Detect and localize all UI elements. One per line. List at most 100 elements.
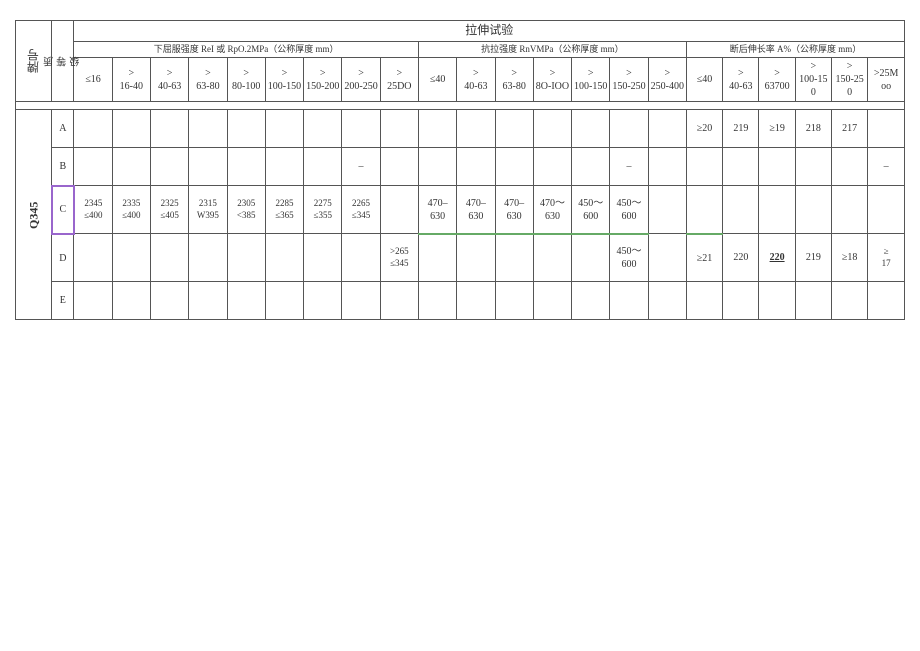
- c-yield-3: 2325≤405: [150, 186, 188, 234]
- a-tensile-2: [457, 110, 495, 148]
- quality-a: A: [52, 110, 74, 148]
- e-tensile-3: [495, 282, 533, 320]
- d-yield-6: [265, 234, 303, 282]
- e-tensile-6: [610, 282, 648, 320]
- d-yield-5: [227, 234, 265, 282]
- a-tensile-6: [610, 110, 648, 148]
- a-elong-3: ≥19: [759, 110, 795, 148]
- b-tensile-1: [418, 148, 456, 186]
- b-tensile-3: [495, 148, 533, 186]
- d-yield-2: [112, 234, 150, 282]
- a-elong-1: ≥20: [686, 110, 722, 148]
- b-elong-6: –: [868, 148, 905, 186]
- c-tensile-7: [648, 186, 686, 234]
- e-yield-3: [150, 282, 188, 320]
- grade-a-row: Q345 A ≥20: [16, 110, 905, 148]
- c-elong-3: [759, 186, 795, 234]
- d-yield-8: [342, 234, 380, 282]
- a-tensile-7: [648, 110, 686, 148]
- d-elong-1: ≥21: [686, 234, 722, 282]
- d-elong-6: ≥17: [868, 234, 905, 282]
- c-tensile-1: 470–630: [418, 186, 456, 234]
- d-yield-4: [189, 234, 227, 282]
- e-elong-1: [686, 282, 722, 320]
- e-yield-4: [189, 282, 227, 320]
- b-elong-2: [723, 148, 759, 186]
- b-yield-5: [227, 148, 265, 186]
- b-yield-2: [112, 148, 150, 186]
- e-yield-1: [74, 282, 112, 320]
- d-yield-1: [74, 234, 112, 282]
- yield-t3: >40-63: [150, 58, 188, 102]
- d-elong-5: ≥18: [831, 234, 867, 282]
- c-elong-5: [831, 186, 867, 234]
- page: 牌号 质等级 拉伸试验 下屈服强度 ReI 或 RpO.2MPa（公称厚度 mm…: [0, 0, 920, 651]
- grade-b-row: B – –: [16, 148, 905, 186]
- header-row-2: 下屈服强度 ReI 或 RpO.2MPa（公称厚度 mm） 抗拉强度 RnVMP…: [16, 41, 905, 58]
- b-yield-8: –: [342, 148, 380, 186]
- a-yield-4: [189, 110, 227, 148]
- grade-e-row: E: [16, 282, 905, 320]
- a-tensile-1: [418, 110, 456, 148]
- a-elong-2: 219: [723, 110, 759, 148]
- main-table: 牌号 质等级 拉伸试验 下屈服强度 ReI 或 RpO.2MPa（公称厚度 mm…: [15, 20, 905, 320]
- b-yield-7: [304, 148, 342, 186]
- a-elong-4: 218: [795, 110, 831, 148]
- b-elong-1: [686, 148, 722, 186]
- e-yield-7: [304, 282, 342, 320]
- tensile-t4: >8O-IOO: [533, 58, 571, 102]
- d-yield-9: >265≤345: [380, 234, 418, 282]
- c-yield-9: [380, 186, 418, 234]
- a-yield-2: [112, 110, 150, 148]
- tensile-t3: >63-80: [495, 58, 533, 102]
- d-tensile-2: [457, 234, 495, 282]
- yield-t5: >80-100: [227, 58, 265, 102]
- d-tensile-1: [418, 234, 456, 282]
- a-elong-6: [868, 110, 905, 148]
- tensile-t7: >250-400: [648, 58, 686, 102]
- quality-label: 质等级: [52, 21, 74, 102]
- a-tensile-3: [495, 110, 533, 148]
- e-tensile-2: [457, 282, 495, 320]
- quality-c: C: [52, 186, 74, 234]
- b-elong-3: [759, 148, 795, 186]
- e-elong-4: [795, 282, 831, 320]
- b-tensile-6: –: [610, 148, 648, 186]
- tensile-t2: >40-63: [457, 58, 495, 102]
- e-tensile-1: [418, 282, 456, 320]
- tensile-test-header: 拉伸试验: [74, 21, 905, 42]
- d-elong-2: 220: [723, 234, 759, 282]
- b-tensile-2: [457, 148, 495, 186]
- elong-t2: >40-63: [723, 58, 759, 102]
- c-tensile-5: 450～600: [572, 186, 610, 234]
- a-yield-7: [304, 110, 342, 148]
- a-yield-5: [227, 110, 265, 148]
- d-tensile-4: [533, 234, 571, 282]
- b-yield-9: [380, 148, 418, 186]
- e-tensile-7: [648, 282, 686, 320]
- c-elong-4: [795, 186, 831, 234]
- tensile-t1: ≤40: [418, 58, 456, 102]
- c-tensile-4: 470～630: [533, 186, 571, 234]
- b-yield-1: [74, 148, 112, 186]
- b-tensile-7: [648, 148, 686, 186]
- d-tensile-3: [495, 234, 533, 282]
- e-tensile-4: [533, 282, 571, 320]
- b-tensile-4: [533, 148, 571, 186]
- e-tensile-5: [572, 282, 610, 320]
- d-tensile-5: [572, 234, 610, 282]
- b-tensile-5: [572, 148, 610, 186]
- c-elong-6: [868, 186, 905, 234]
- elong-t1: ≤40: [686, 58, 722, 102]
- grade-d-row: D >265≤345 450～600 ≥21: [16, 234, 905, 282]
- yield-t9: >25DO: [380, 58, 418, 102]
- a-tensile-5: [572, 110, 610, 148]
- c-yield-2: 2335≤400: [112, 186, 150, 234]
- c-yield-5: 2305<385: [227, 186, 265, 234]
- a-yield-9: [380, 110, 418, 148]
- c-yield-1: 2345≤400: [74, 186, 112, 234]
- yield-t7: >150-200: [304, 58, 342, 102]
- d-elong-3: 220: [759, 234, 795, 282]
- grade-c-row: C 2345≤400 2335≤400 2325≤405 2315W395 23…: [16, 186, 905, 234]
- d-yield-3: [150, 234, 188, 282]
